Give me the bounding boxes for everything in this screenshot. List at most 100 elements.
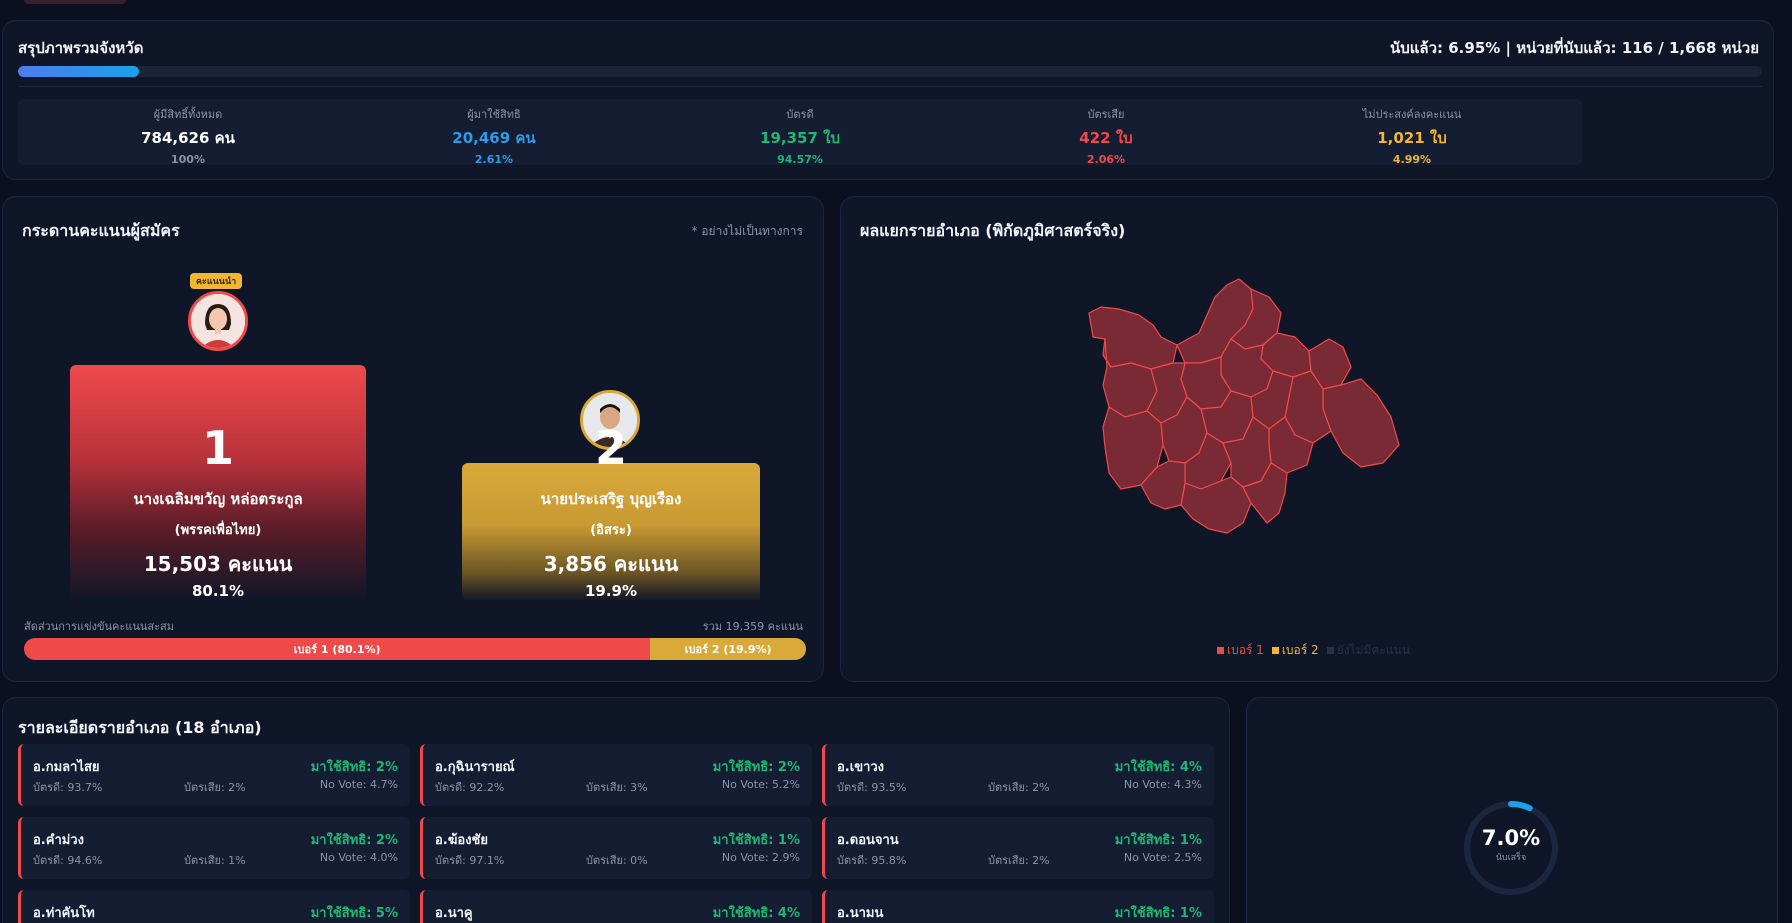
district-name: อ.ท่าคันโท <box>33 906 95 921</box>
completion-label: นับเสร็จ <box>1495 853 1527 863</box>
district-card[interactable]: อ.เขาวง มาใช้สิทธิ: 4% บัตรดี: 93.5% บัตรเส… <box>822 744 1214 806</box>
count-completion-panel: 7.0% นับเสร็จ <box>1246 697 1778 923</box>
district-bad-ballots: บัตรเสีย: 0% <box>586 854 648 867</box>
district-bad-ballots: บัตรเสีย: 1% <box>184 854 246 867</box>
stat-label: บัตรเสีย <box>1087 108 1125 121</box>
vote-share-label: สัดส่วนการแข่งขันคะแนนสะสม <box>24 620 175 633</box>
legend-label-2: เบอร์ 2 <box>1281 643 1319 657</box>
district-name: อ.เขาวง <box>837 760 885 775</box>
map-title: ผลแยกรายอำเภอ (พิกัดภูมิศาสตร์จริง) <box>860 221 1126 240</box>
district-turnout: มาใช้สิทธิ: 1% <box>1114 906 1202 921</box>
stat-label: ผู้มีสิทธิ์ทั้งหมด <box>153 108 223 121</box>
stat-label: ไม่ประสงค์ลงคะแนน <box>1362 108 1462 121</box>
map-district-region[interactable] <box>1180 476 1252 534</box>
lead-badge: คะแนนนำ <box>190 273 243 289</box>
stat-value: 422 ใบ <box>1079 129 1133 147</box>
district-good-ballots: บัตรดี: 94.6% <box>33 854 103 867</box>
map-district-region[interactable] <box>1322 378 1400 468</box>
divider <box>18 86 1762 87</box>
district-card[interactable]: อ.กุฉินารายณ์ มาใช้สิทธิ: 2% บัตรดี: 92.2%… <box>420 744 812 806</box>
completion-readout: 7.0% นับเสร็จ <box>1461 826 1561 864</box>
vote-share-segment-2[interactable]: เบอร์ 2 (19.9%) <box>650 638 806 660</box>
district-no-vote: No Vote: 4.7% <box>319 778 398 791</box>
district-name: อ.ฆ้องชัย <box>435 833 488 848</box>
district-turnout: มาใช้สิทธิ: 4% <box>1114 760 1202 775</box>
district-turnout: มาใช้สิทธิ: 1% <box>1114 833 1202 848</box>
stat-label: ผู้มาใช้สิทธิ <box>467 108 521 121</box>
district-good-ballots: บัตรดี: 95.8% <box>837 854 907 867</box>
stat-percent: 2.06% <box>1086 153 1126 166</box>
stat-tile: บัตรดี 19,357 ใบ 94.57% <box>630 99 970 166</box>
stat-percent: 2.61% <box>474 153 514 166</box>
district-no-vote: No Vote: 2.5% <box>1123 851 1202 864</box>
stat-label: บัตรดี <box>786 108 814 121</box>
top-accent <box>24 0 126 4</box>
scoreboard-title: กระดานคะแนนผู้สมัคร <box>22 221 180 240</box>
candidate-2-name: นายประเสริฐ บุญเรือง <box>540 490 682 508</box>
stat-tile: ไม่ประสงค์ลงคะแนน 1,021 ใบ 4.99% <box>1242 99 1582 166</box>
district-name: อ.นาคู <box>435 906 473 921</box>
vote-share-segment-1[interactable]: เบอร์ 1 (80.1%) <box>24 638 651 660</box>
candidate-2-party: (อิสระ) <box>590 523 632 538</box>
candidate-1-percent: 80.1% <box>191 582 245 600</box>
district-card[interactable]: อ.นาคู มาใช้สิทธิ: 4% <box>420 890 812 923</box>
stat-tile: บัตรเสีย 422 ใบ 2.06% <box>936 99 1276 166</box>
district-card[interactable]: อ.นามน มาใช้สิทธิ: 1% <box>822 890 1214 923</box>
stat-percent: 4.99% <box>1392 153 1432 166</box>
district-name: อ.นามน <box>837 906 884 921</box>
stat-value: 1,021 ใบ <box>1377 129 1447 147</box>
vote-share-bar: เบอร์ 1 (80.1%) เบอร์ 2 (19.9%) <box>24 638 806 660</box>
district-turnout: มาใช้สิทธิ: 5% <box>310 906 398 921</box>
count-progress-bar <box>18 66 1762 77</box>
legend-swatch-1 <box>1217 647 1224 654</box>
district-card[interactable]: อ.กมลาไสย มาใช้สิทธิ: 2% บัตรดี: 93.7% บัตร… <box>18 744 410 806</box>
candidate-1-number: 1 <box>201 421 234 475</box>
district-no-vote: No Vote: 5.2% <box>721 778 800 791</box>
district-good-ballots: บัตรดี: 92.2% <box>435 781 505 794</box>
district-card[interactable]: อ.ฆ้องชัย มาใช้สิทธิ: 1% บัตรดี: 97.1% บัตร… <box>420 817 812 879</box>
district-turnout: มาใช้สิทธิ: 2% <box>310 833 398 848</box>
candidate-2-bar[interactable]: 2 นายประเสริฐ บุญเรือง (อิสระ) 3,856 คะแ… <box>462 421 760 601</box>
candidate-2-percent: 19.9% <box>584 582 638 600</box>
district-name: อ.ดอนจาน <box>837 833 899 848</box>
district-no-vote: No Vote: 4.3% <box>1123 778 1202 791</box>
candidate-2-votes: 3,856 คะแนน <box>543 552 679 576</box>
candidate-1-avatar[interactable] <box>188 291 248 351</box>
map-district-region[interactable] <box>1088 306 1178 370</box>
stat-value: 784,626 คน <box>141 129 235 147</box>
stat-value: 19,357 ใบ <box>760 129 840 147</box>
unofficial-note: * อย่างไม่เป็นทางการ <box>691 224 803 238</box>
candidate-1-bar[interactable]: 1 นางเฉลิมขวัญ หล่อตระกูล (พรรคเพื่อไทย)… <box>70 365 366 601</box>
district-card[interactable]: อ.คำม่วง มาใช้สิทธิ: 2% บัตรดี: 94.6% บัตรเ… <box>18 817 410 879</box>
district-map-panel: ผลแยกรายอำเภอ (พิกัดภูมิศาสตร์จริง) เบอร… <box>840 196 1778 682</box>
district-good-ballots: บัตรดี: 93.5% <box>837 781 907 794</box>
legend-label-3: ยังไม่มีคะแนน <box>1336 643 1411 657</box>
stat-value: 20,469 คน <box>452 129 536 147</box>
candidate-1-name: นางเฉลิมขวัญ หล่อตระกูล <box>133 490 303 508</box>
district-turnout: มาใช้สิทธิ: 2% <box>310 760 398 775</box>
district-good-ballots: บัตรดี: 93.7% <box>33 781 103 794</box>
candidate-scoreboard-panel: กระดานคะแนนผู้สมัคร * อย่างไม่เป็นทางการ… <box>2 196 824 682</box>
legend-swatch-3 <box>1326 647 1334 654</box>
legend-item-1: เบอร์ 1 <box>1217 641 1264 660</box>
stat-percent: 94.57% <box>777 153 823 166</box>
district-turnout: มาใช้สิทธิ: 4% <box>712 906 800 921</box>
province-map <box>1088 278 1400 534</box>
district-bad-ballots: บัตรเสีย: 2% <box>988 854 1050 867</box>
district-no-vote: No Vote: 2.9% <box>721 851 800 864</box>
province-summary-panel: สรุปภาพรวมจังหวัด นับแล้ว: 6.95% | หน่วย… <box>2 20 1774 180</box>
district-name: อ.กุฉินารายณ์ <box>435 760 515 775</box>
stat-tile: ผู้มาใช้สิทธิ 20,469 คน 2.61% <box>324 99 664 166</box>
count-progress-fill <box>18 66 140 77</box>
stat-tile: ผู้มีสิทธิ์ทั้งหมด 784,626 คน 100% <box>18 99 358 166</box>
candidate-2-number: 2 <box>594 421 627 475</box>
legend-label-1: เบอร์ 1 <box>1227 643 1264 657</box>
candidate-1-votes: 15,503 คะแนน <box>143 552 293 576</box>
map-legend: เบอร์ 1 เบอร์ 2 ยังไม่มีคะแนน <box>1217 641 1410 660</box>
district-card[interactable]: อ.ดอนจาน มาใช้สิทธิ: 1% บัตรดี: 95.8% บัตรเ… <box>822 817 1214 879</box>
district-card[interactable]: อ.ท่าคันโท มาใช้สิทธิ: 5% <box>18 890 410 923</box>
district-bad-ballots: บัตรเสีย: 2% <box>988 781 1050 794</box>
district-turnout: มาใช้สิทธิ: 2% <box>712 760 800 775</box>
district-name: อ.คำม่วง <box>33 833 84 848</box>
completion-value: 7.0% <box>1481 826 1541 850</box>
